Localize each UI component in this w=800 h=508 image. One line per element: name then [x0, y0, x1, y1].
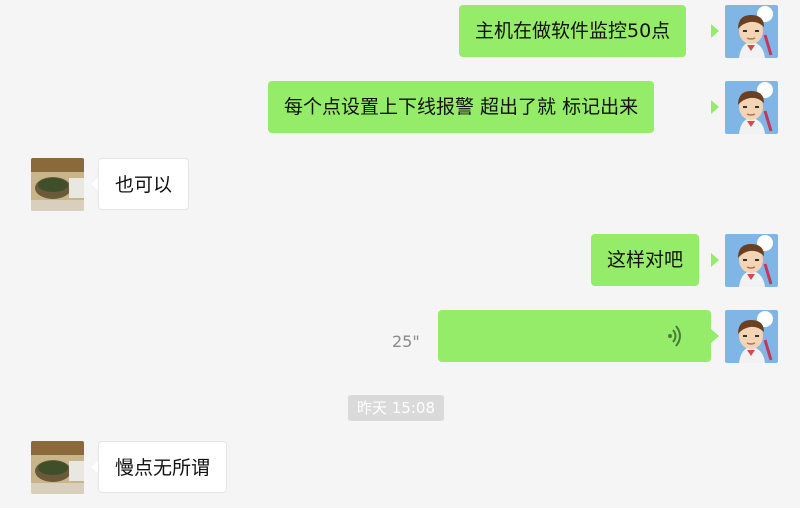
bubble-tail: [711, 100, 719, 114]
message-bubble-incoming[interactable]: 也可以: [98, 158, 190, 210]
chat-window: 主机在做软件监控50点 每个点设置上下线报警 超出了就 标记出来 也可以 这样对…: [0, 0, 800, 508]
self-avatar[interactable]: [725, 81, 778, 134]
message-bubble-incoming[interactable]: 慢点无所谓: [98, 441, 228, 493]
message-bubble-outgoing[interactable]: 这样对吧: [591, 234, 700, 286]
bubble-tail: [711, 24, 719, 38]
self-avatar[interactable]: [725, 5, 778, 58]
self-avatar[interactable]: [725, 234, 778, 287]
self-avatar[interactable]: [725, 310, 778, 363]
voice-wave-icon: [668, 325, 681, 347]
bubble-tail: [711, 253, 719, 267]
self-avatar-icon: [725, 234, 778, 287]
contact-avatar[interactable]: [31, 441, 84, 494]
self-avatar-icon: [725, 5, 778, 58]
voice-duration: 25": [392, 332, 420, 351]
contact-avatar-icon: [31, 441, 84, 494]
message-bubble-outgoing[interactable]: 主机在做软件监控50点: [459, 5, 687, 57]
self-avatar-icon: [725, 81, 778, 134]
bubble-tail: [711, 329, 719, 343]
self-avatar-icon: [725, 310, 778, 363]
message-bubble-outgoing[interactable]: 每个点设置上下线报警 超出了就 标记出来: [268, 81, 655, 133]
timestamp-divider: 昨天 15:08: [348, 395, 444, 421]
contact-avatar-icon: [31, 158, 84, 211]
contact-avatar[interactable]: [31, 158, 84, 211]
